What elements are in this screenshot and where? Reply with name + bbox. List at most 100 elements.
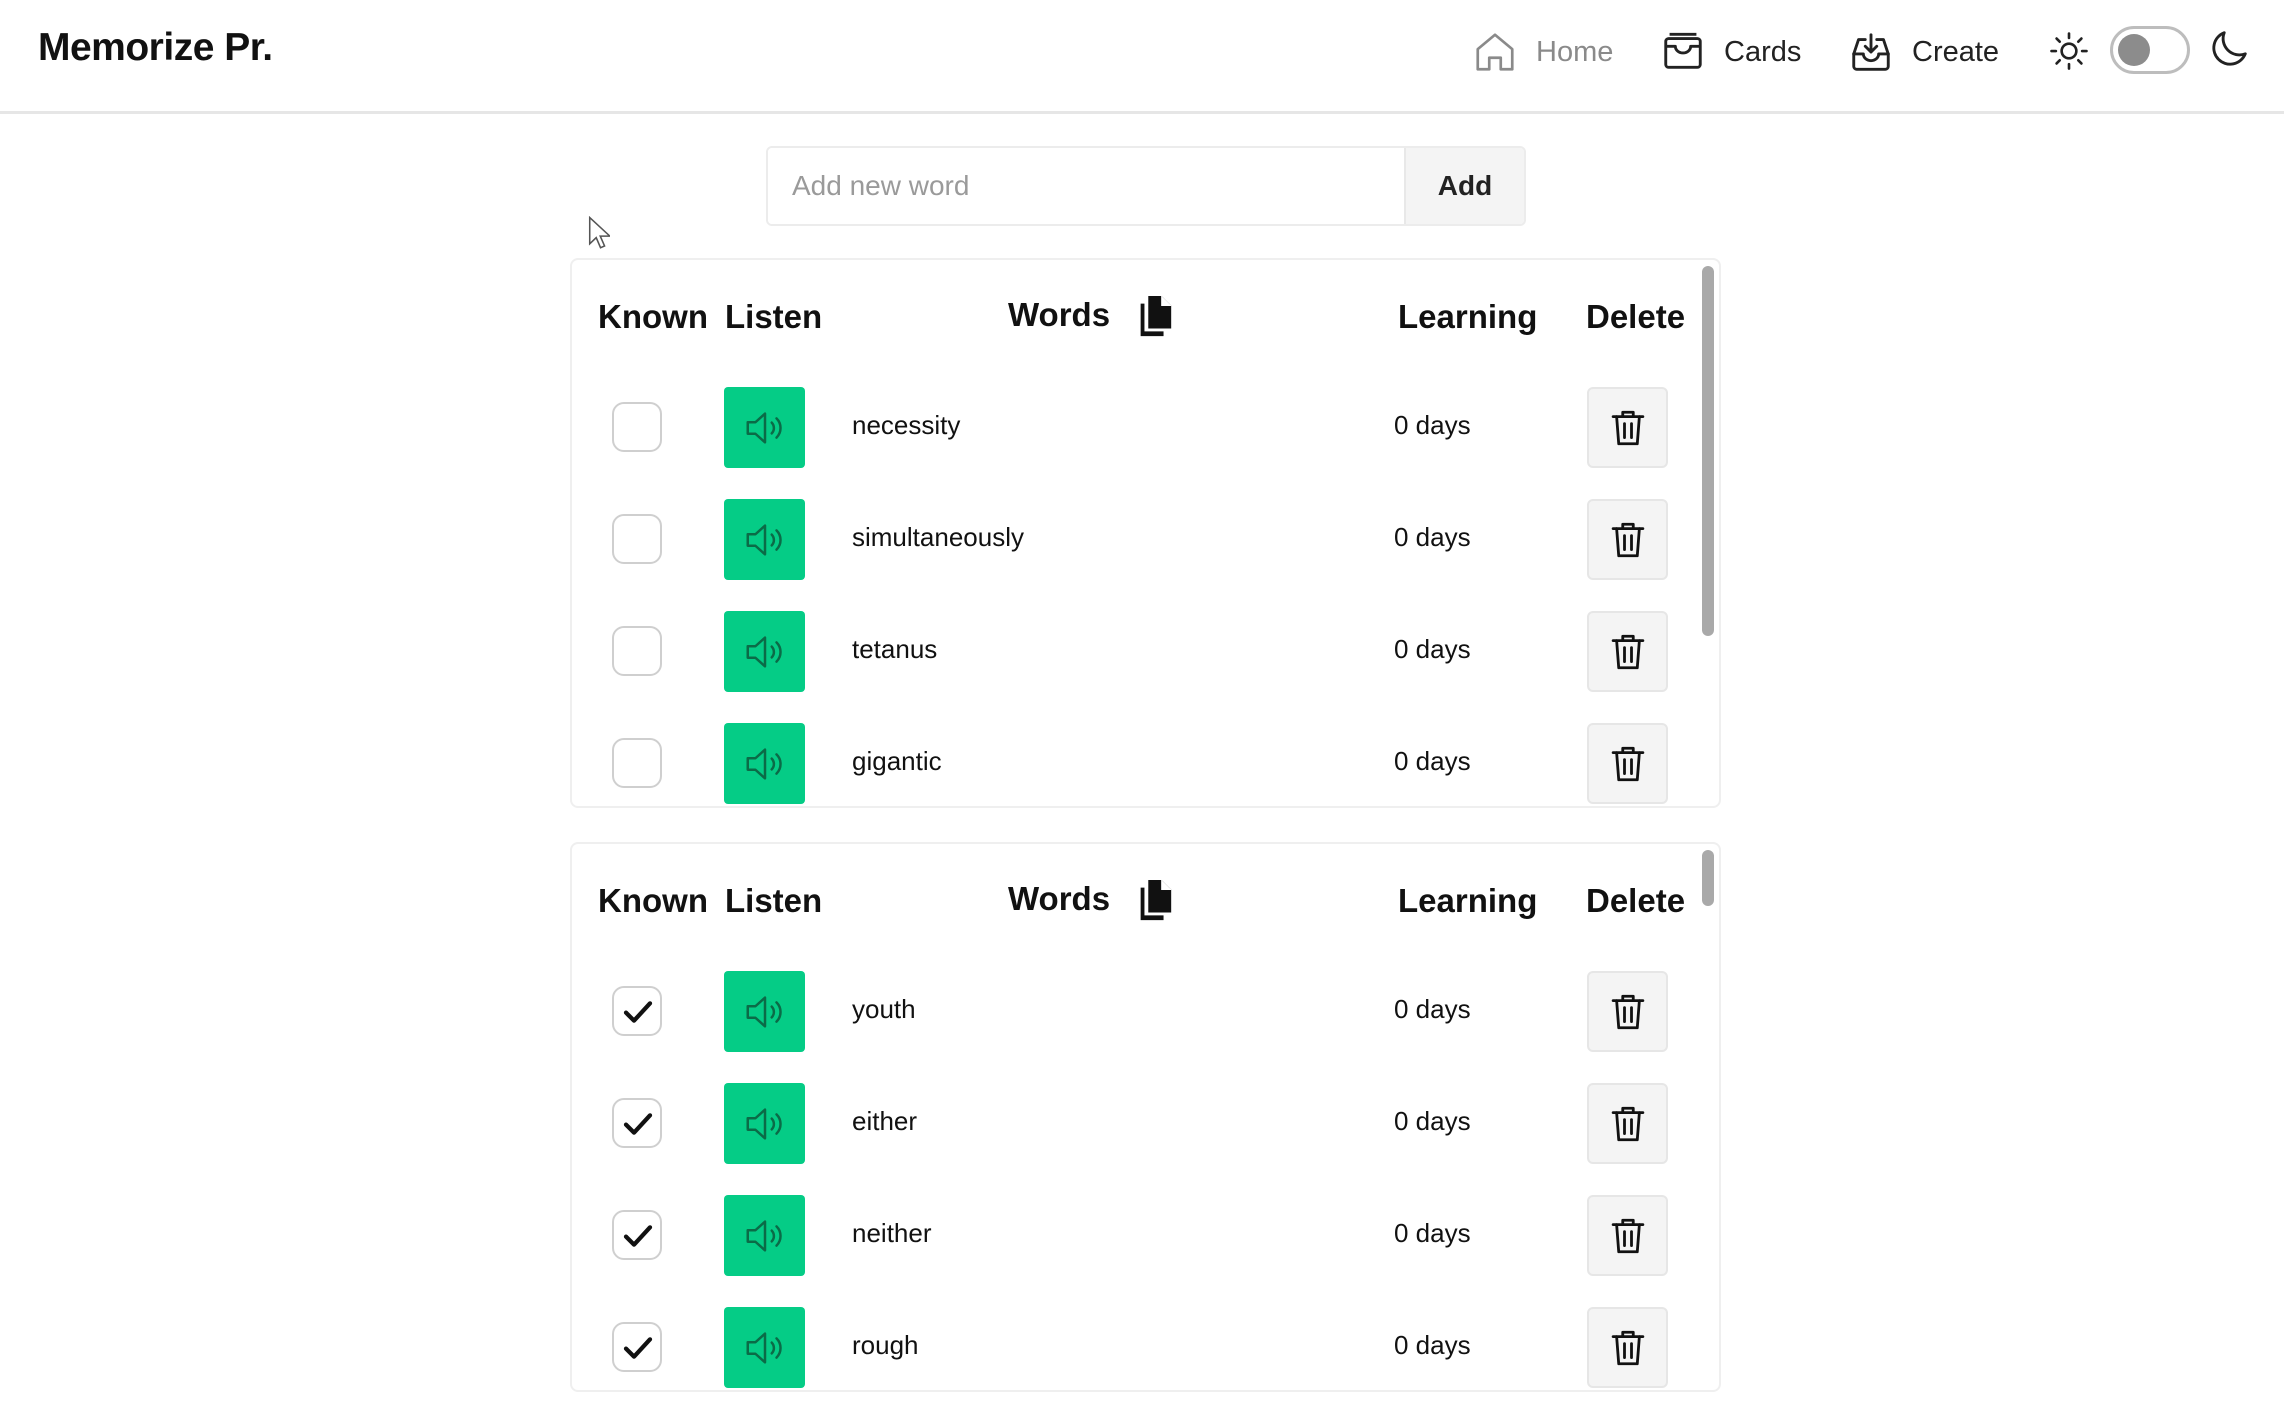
delete-button[interactable]: [1587, 387, 1668, 468]
listen-button[interactable]: [724, 971, 805, 1052]
table-row: neither 0 days: [572, 1192, 1682, 1276]
nav-create-label: Create: [1912, 35, 2000, 68]
delete-button[interactable]: [1587, 499, 1668, 580]
listen-button[interactable]: [724, 1195, 805, 1276]
known-checkbox[interactable]: [612, 1210, 662, 1260]
word-text: either: [852, 1106, 918, 1136]
trash-icon: [1611, 410, 1644, 445]
trash-icon: [1611, 1218, 1644, 1253]
delete-button[interactable]: [1587, 971, 1668, 1052]
column-header-delete: Delete: [1586, 298, 1686, 335]
checkmark-icon: [623, 1225, 653, 1247]
speaker-icon: [746, 1107, 782, 1140]
speaker-icon: [746, 1219, 782, 1252]
home-icon: [1476, 33, 1514, 71]
delete-button[interactable]: [1587, 1195, 1668, 1276]
word-text: rough: [852, 1330, 919, 1360]
trash-icon: [1611, 634, 1644, 669]
word-text: tetanus: [852, 634, 938, 664]
delete-button[interactable]: [1587, 1307, 1668, 1388]
speaker-icon: [746, 995, 782, 1028]
add-word-input[interactable]: [768, 148, 1404, 224]
column-header-listen: Listen: [725, 882, 823, 919]
checkmark-icon: [623, 1337, 653, 1359]
learning-days: 0 days: [1394, 634, 1471, 664]
known-checkbox[interactable]: [612, 514, 662, 564]
column-header-learning: Learning: [1398, 882, 1538, 919]
known-checkbox[interactable]: [612, 626, 662, 676]
sun-icon: [2050, 32, 2088, 70]
learning-days: 0 days: [1394, 522, 1471, 552]
learning-days: 0 days: [1394, 410, 1471, 440]
word-text: gigantic: [852, 746, 942, 776]
table-row: youth 0 days: [572, 968, 1682, 1052]
known-checkbox[interactable]: [612, 1322, 662, 1372]
trash-icon: [1611, 1106, 1644, 1141]
speaker-icon: [746, 1331, 782, 1364]
known-checkbox[interactable]: [612, 738, 662, 788]
learning-days: 0 days: [1394, 994, 1471, 1024]
table-row: necessity 0 days: [572, 384, 1682, 468]
copy-icon[interactable]: [1134, 880, 1174, 922]
brand-logo[interactable]: Memorize Pr.: [38, 26, 273, 70]
cards-icon: [1664, 32, 1702, 69]
nav-cards[interactable]: Cards: [1660, 26, 1801, 78]
listen-button[interactable]: [724, 499, 805, 580]
column-header-delete: Delete: [1586, 882, 1686, 919]
listen-button[interactable]: [724, 387, 805, 468]
create-icon: [1852, 33, 1890, 71]
table-row: gigantic 0 days: [572, 720, 1682, 804]
trash-icon: [1611, 994, 1644, 1029]
delete-button[interactable]: [1587, 723, 1668, 804]
word-table-learning: Known Listen Words Learning Delete neces…: [570, 258, 1721, 808]
add-word-button[interactable]: Add: [1404, 148, 1524, 224]
scrollbar-thumb[interactable]: [1702, 850, 1714, 906]
scrollbar-thumb[interactable]: [1702, 266, 1714, 636]
theme-toggle[interactable]: [2110, 26, 2190, 74]
known-checkbox[interactable]: [612, 402, 662, 452]
listen-button[interactable]: [724, 611, 805, 692]
moon-icon: [2212, 31, 2247, 66]
top-navbar: Memorize Pr. Home Cards Create: [0, 0, 2284, 114]
learning-days: 0 days: [1394, 1330, 1471, 1360]
delete-button[interactable]: [1587, 611, 1668, 692]
learning-days: 0 days: [1394, 1218, 1471, 1248]
column-header-known: Known: [598, 298, 708, 335]
known-checkbox[interactable]: [612, 1098, 662, 1148]
word-text: youth: [852, 994, 916, 1024]
nav-home-label: Home: [1536, 35, 1614, 68]
column-header-known: Known: [598, 882, 708, 919]
learning-days: 0 days: [1394, 1106, 1471, 1136]
theme-toggle-knob: [2118, 34, 2150, 66]
nav-create[interactable]: Create: [1848, 26, 1999, 78]
column-header-listen: Listen: [725, 298, 823, 335]
nav-cards-label: Cards: [1724, 35, 1802, 68]
trash-icon: [1611, 522, 1644, 557]
speaker-icon: [746, 635, 782, 668]
checkmark-icon: [623, 1001, 653, 1023]
table-row: simultaneously 0 days: [572, 496, 1682, 580]
speaker-icon: [746, 411, 782, 444]
listen-button[interactable]: [724, 1083, 805, 1164]
speaker-icon: [746, 747, 782, 780]
listen-button[interactable]: [724, 723, 805, 804]
word-table-known: Known Listen Words Learning Delete youth…: [570, 842, 1721, 1392]
table-row: tetanus 0 days: [572, 608, 1682, 692]
listen-button[interactable]: [724, 1307, 805, 1388]
word-text: neither: [852, 1218, 932, 1248]
learning-days: 0 days: [1394, 746, 1471, 776]
nav-home[interactable]: Home: [1472, 26, 1613, 78]
trash-icon: [1611, 746, 1644, 781]
copy-icon[interactable]: [1134, 296, 1174, 338]
known-checkbox[interactable]: [612, 986, 662, 1036]
add-word-form: Add: [766, 146, 1526, 226]
word-text: necessity: [852, 410, 961, 440]
trash-icon: [1611, 1330, 1644, 1365]
word-text: simultaneously: [852, 522, 1024, 552]
column-header-words: Words: [1008, 296, 1111, 333]
column-header-learning: Learning: [1398, 298, 1538, 335]
speaker-icon: [746, 523, 782, 556]
checkmark-icon: [623, 1113, 653, 1135]
table-row: either 0 days: [572, 1080, 1682, 1164]
delete-button[interactable]: [1587, 1083, 1668, 1164]
